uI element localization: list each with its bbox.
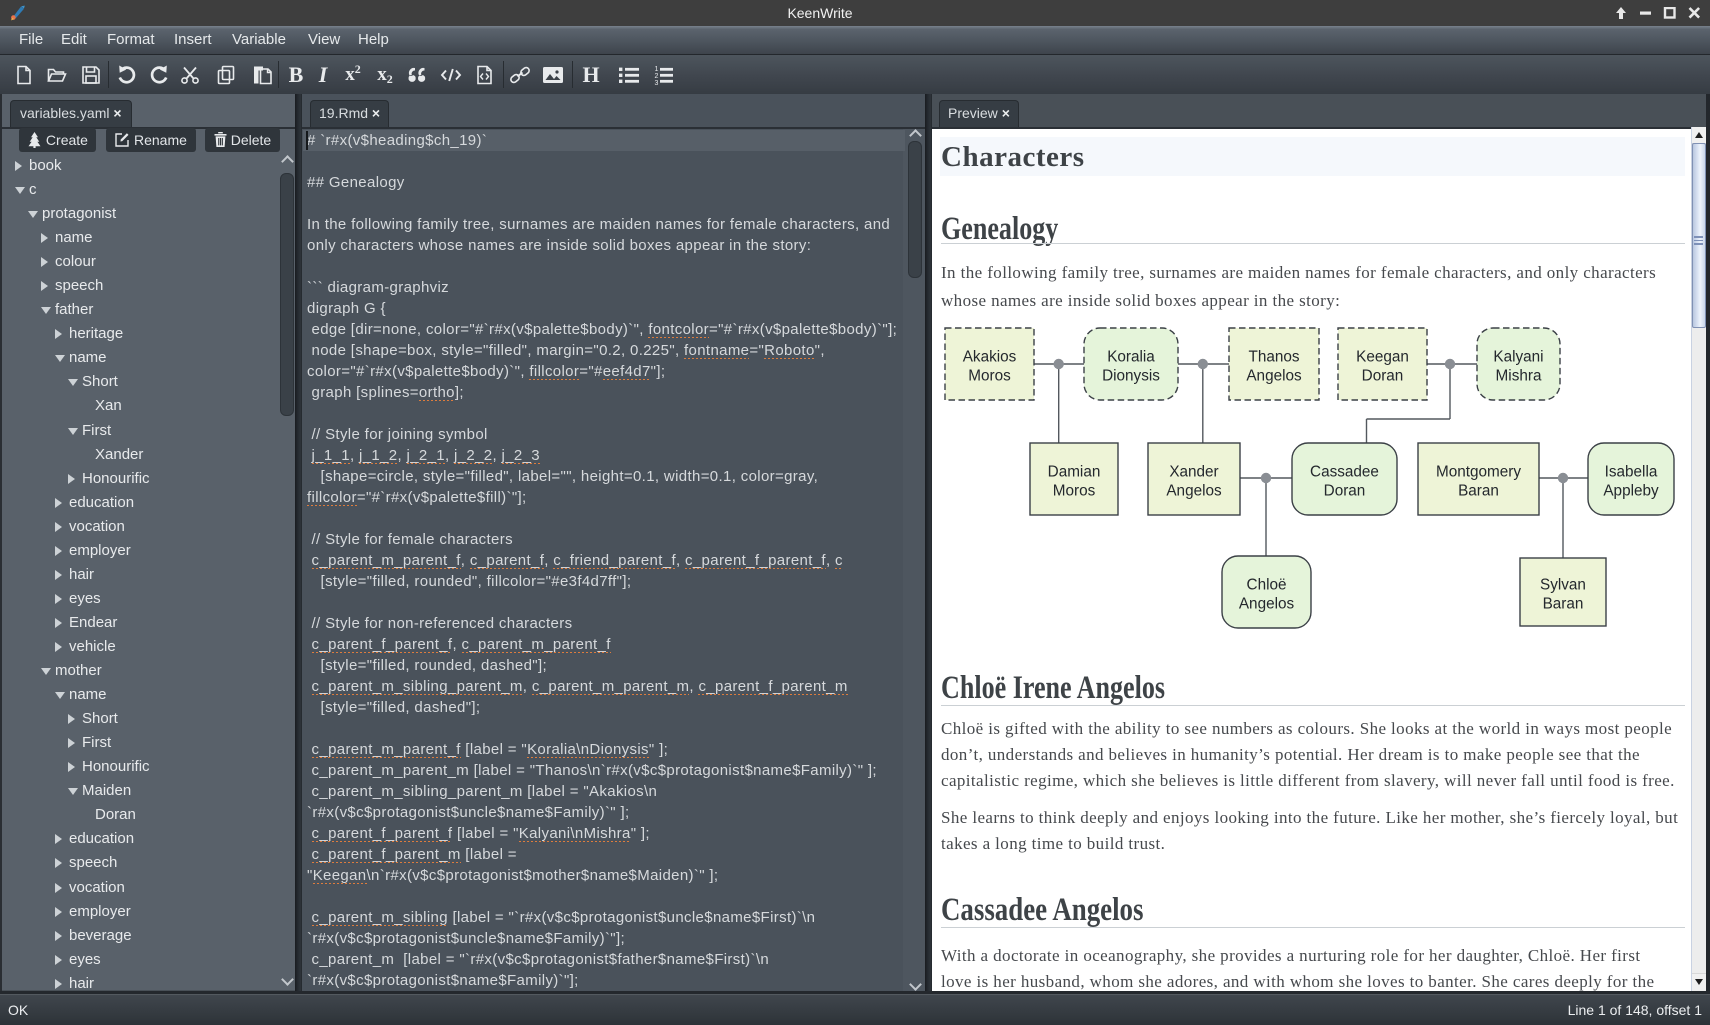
svg-text:Moros: Moros [1053, 483, 1096, 500]
svg-text:3: 3 [655, 80, 659, 87]
svg-text:Montgomery: Montgomery [1436, 464, 1521, 481]
svg-text:Kalyani: Kalyani [1493, 349, 1543, 366]
svg-text:2: 2 [655, 73, 659, 80]
svg-text:Sylvan: Sylvan [1540, 577, 1586, 594]
svg-text:Doran: Doran [1362, 368, 1404, 385]
svg-text:Thanos: Thanos [1248, 349, 1299, 366]
svg-text:Isabella: Isabella [1605, 464, 1658, 481]
svg-text:1: 1 [655, 66, 659, 73]
svg-text:Angelos: Angelos [1246, 368, 1302, 385]
svg-text:Angelos: Angelos [1239, 596, 1295, 613]
svg-text:Doran: Doran [1324, 483, 1366, 500]
svg-text:Cassadee: Cassadee [1310, 464, 1379, 481]
svg-text:Chloë: Chloë [1247, 577, 1287, 594]
svg-text:Akakios: Akakios [963, 349, 1017, 366]
svg-text:Appleby: Appleby [1603, 483, 1659, 500]
svg-text:Keegan: Keegan [1356, 349, 1409, 366]
svg-text:Xander: Xander [1169, 464, 1218, 481]
svg-text:Baran: Baran [1543, 596, 1584, 613]
svg-text:Baran: Baran [1458, 483, 1499, 500]
svg-text:Koralia: Koralia [1107, 349, 1155, 366]
svg-text:Damian: Damian [1048, 464, 1101, 481]
svg-text:Dionysis: Dionysis [1102, 368, 1160, 385]
svg-text:Moros: Moros [968, 368, 1011, 385]
svg-text:Angelos: Angelos [1166, 483, 1222, 500]
svg-text:Mishra: Mishra [1496, 368, 1542, 385]
